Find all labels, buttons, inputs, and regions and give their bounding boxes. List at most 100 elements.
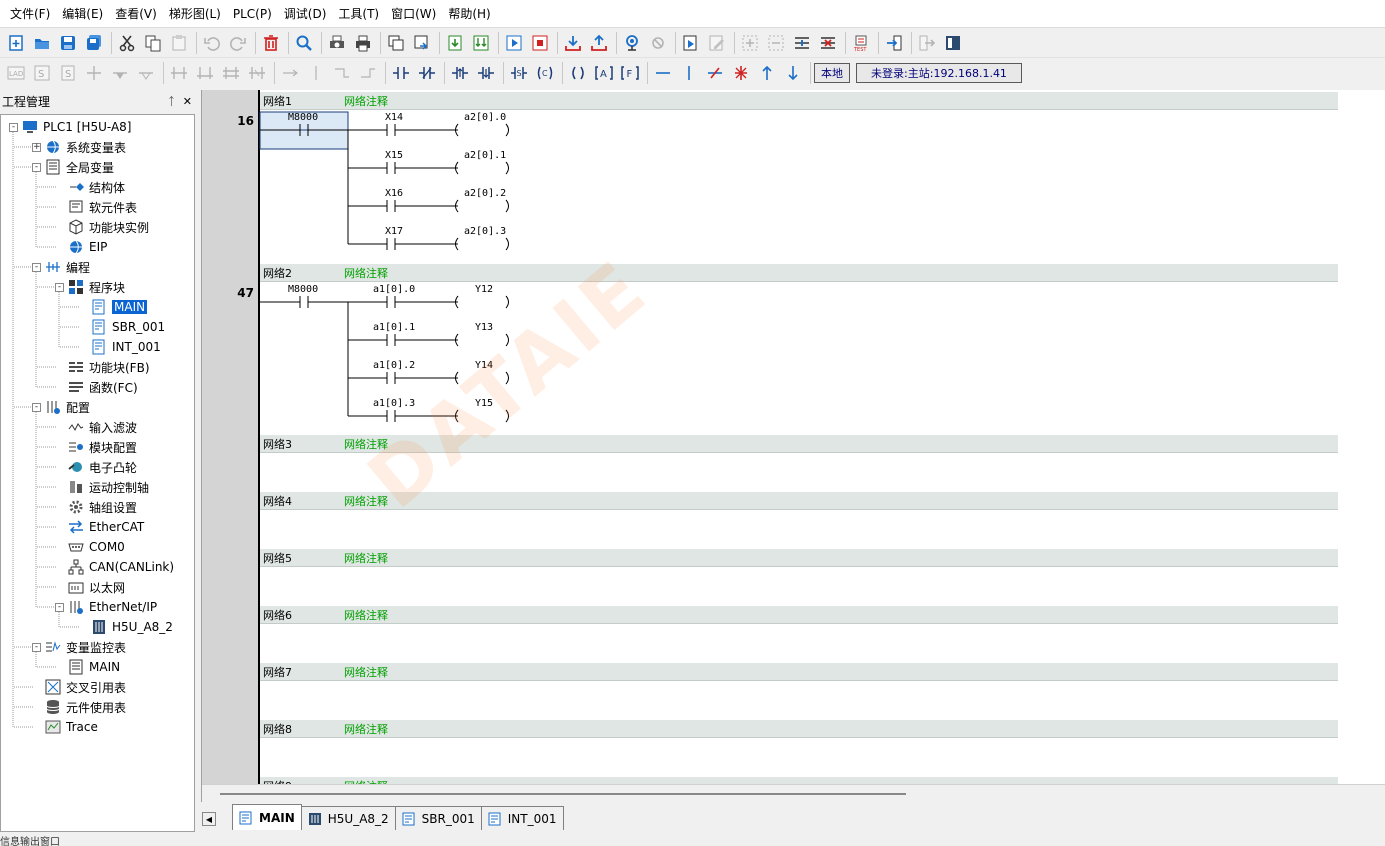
coil-address[interactable]: Y12 bbox=[475, 284, 493, 295]
vline-icon[interactable] bbox=[304, 61, 328, 85]
cut-icon[interactable] bbox=[115, 31, 139, 55]
tree-node[interactable]: 全局变量 bbox=[44, 157, 114, 177]
delete-line-icon[interactable] bbox=[816, 31, 840, 55]
monitor-icon[interactable] bbox=[620, 31, 644, 55]
network-header[interactable]: 网络8 网络注释 bbox=[260, 720, 1338, 738]
tree-node[interactable]: MAIN bbox=[67, 657, 120, 677]
coil-address[interactable]: a2[0].2 bbox=[464, 188, 506, 199]
download-icon[interactable] bbox=[561, 31, 585, 55]
tree-expander[interactable]: - bbox=[9, 123, 18, 132]
delete-vline-icon[interactable] bbox=[729, 61, 753, 85]
delete-icon[interactable] bbox=[259, 31, 283, 55]
menu-ladder[interactable]: 梯形图(L) bbox=[163, 0, 227, 28]
window-tile-icon[interactable] bbox=[410, 31, 434, 55]
contact-address[interactable]: a1[0].2 bbox=[373, 360, 415, 371]
coil-address[interactable]: a2[0].3 bbox=[464, 226, 506, 237]
draw-hline-icon[interactable] bbox=[651, 61, 675, 85]
no-contact-icon[interactable] bbox=[389, 61, 413, 85]
network-comment[interactable]: 网络注释 bbox=[344, 721, 388, 737]
tree-expander[interactable]: - bbox=[32, 643, 41, 652]
login-status-field[interactable]: 未登录:主站:192.168.1.41 bbox=[856, 63, 1022, 83]
tree-node[interactable]: Trace bbox=[44, 717, 98, 737]
menu-view[interactable]: 查看(V) bbox=[109, 0, 163, 28]
sfc-mode-icon[interactable]: S bbox=[30, 61, 54, 85]
network-comment[interactable]: 网络注释 bbox=[344, 607, 388, 623]
stop-icon[interactable] bbox=[528, 31, 552, 55]
instruction-a-icon[interactable]: A bbox=[592, 61, 616, 85]
network-comment[interactable]: 网络注释 bbox=[344, 550, 388, 566]
online-edit-icon[interactable] bbox=[679, 31, 703, 55]
network-header[interactable]: 网络3 网络注释 bbox=[260, 435, 1338, 453]
insert-line-icon[interactable] bbox=[790, 31, 814, 55]
coil-address[interactable]: a2[0].1 bbox=[464, 150, 506, 161]
coil-address[interactable]: a2[0].0 bbox=[464, 112, 506, 123]
corner-line-up-icon[interactable] bbox=[356, 61, 380, 85]
network-comment[interactable]: 网络注释 bbox=[344, 93, 388, 109]
paste-icon[interactable] bbox=[167, 31, 191, 55]
copy-icon[interactable] bbox=[141, 31, 165, 55]
tree-node[interactable]: 运动控制轴 bbox=[67, 477, 149, 497]
compile-icon[interactable] bbox=[443, 31, 467, 55]
network-comment[interactable]: 网络注释 bbox=[344, 436, 388, 452]
contact-address[interactable]: a1[0].1 bbox=[373, 322, 415, 333]
tree-node[interactable]: 电子凸轮 bbox=[67, 457, 137, 477]
contact-address[interactable]: M8000 bbox=[288, 284, 318, 295]
branch-down-icon[interactable] bbox=[193, 61, 217, 85]
menu-edit[interactable]: 编辑(E) bbox=[56, 0, 109, 28]
lad-mode-icon[interactable]: LAD bbox=[4, 61, 28, 85]
tab-scroll-left-icon[interactable]: ◀ bbox=[202, 812, 216, 826]
contact-address[interactable]: X17 bbox=[385, 226, 403, 237]
tree-node[interactable]: CAN(CANLink) bbox=[67, 557, 174, 577]
tree-expander[interactable]: + bbox=[32, 143, 41, 152]
menu-window[interactable]: 窗口(W) bbox=[385, 0, 442, 28]
arrow-up-icon[interactable] bbox=[755, 61, 779, 85]
tab-main[interactable]: MAIN bbox=[232, 804, 302, 830]
station-mode-field[interactable]: 本地 bbox=[814, 63, 850, 83]
branch-insert-icon[interactable] bbox=[219, 61, 243, 85]
menu-plc[interactable]: PLC(P) bbox=[227, 0, 278, 28]
coil-address[interactable]: Y13 bbox=[475, 322, 493, 333]
menu-file[interactable]: 文件(F) bbox=[4, 0, 56, 28]
tree-expander[interactable]: - bbox=[32, 403, 41, 412]
coil-icon[interactable] bbox=[566, 61, 590, 85]
menu-help[interactable]: 帮助(H) bbox=[442, 0, 496, 28]
contact-address[interactable]: X15 bbox=[385, 150, 403, 161]
nc-contact-icon[interactable] bbox=[415, 61, 439, 85]
tree-expander[interactable]: - bbox=[55, 283, 64, 292]
network-header[interactable]: 网络6 网络注释 bbox=[260, 606, 1338, 624]
contact-address[interactable]: M8000 bbox=[288, 112, 318, 123]
network-header[interactable]: 网络1 网络注释 bbox=[260, 92, 1338, 110]
print-preview-icon[interactable] bbox=[325, 31, 349, 55]
tree-node[interactable]: 以太网 bbox=[67, 577, 125, 597]
hline-icon[interactable] bbox=[278, 61, 302, 85]
tree-node[interactable]: 编程 bbox=[44, 257, 90, 277]
tree-node[interactable]: 元件使用表 bbox=[44, 697, 126, 717]
insert-row-icon[interactable] bbox=[738, 31, 762, 55]
menu-debug[interactable]: 调试(D) bbox=[278, 0, 333, 28]
window-cascade-icon[interactable] bbox=[384, 31, 408, 55]
network-comment[interactable]: 网络注释 bbox=[344, 265, 388, 281]
pin-icon[interactable]: ᛏ bbox=[168, 95, 175, 108]
tree-node[interactable]: 结构体 bbox=[67, 177, 125, 197]
tree-node[interactable]: 程序块 bbox=[67, 277, 125, 297]
save-icon[interactable] bbox=[56, 31, 80, 55]
open-folder-icon[interactable] bbox=[30, 31, 54, 55]
horizontal-scrollbar[interactable] bbox=[202, 784, 1385, 802]
tree-node[interactable]: INT_001 bbox=[90, 337, 161, 357]
network-header[interactable]: 网络7 网络注释 bbox=[260, 663, 1338, 681]
redo-icon[interactable] bbox=[226, 31, 250, 55]
coil-c-icon[interactable]: C bbox=[533, 61, 557, 85]
tree-expander[interactable]: - bbox=[32, 263, 41, 272]
tree-node[interactable]: EtherCAT bbox=[67, 517, 144, 537]
close-icon[interactable]: ✕ bbox=[183, 95, 192, 108]
network-header[interactable]: 网络4 网络注释 bbox=[260, 492, 1338, 510]
arrow-down-icon[interactable] bbox=[781, 61, 805, 85]
arrow-down-outline-icon[interactable] bbox=[134, 61, 158, 85]
tree-node[interactable]: MAIN bbox=[90, 297, 148, 317]
contact-address[interactable]: X16 bbox=[385, 188, 403, 199]
rising-contact-icon[interactable] bbox=[448, 61, 472, 85]
contact-address[interactable]: X14 bbox=[385, 112, 403, 123]
undo-icon[interactable] bbox=[200, 31, 224, 55]
tree-node[interactable]: 模块配置 bbox=[67, 437, 137, 457]
delete-row-icon[interactable] bbox=[764, 31, 788, 55]
